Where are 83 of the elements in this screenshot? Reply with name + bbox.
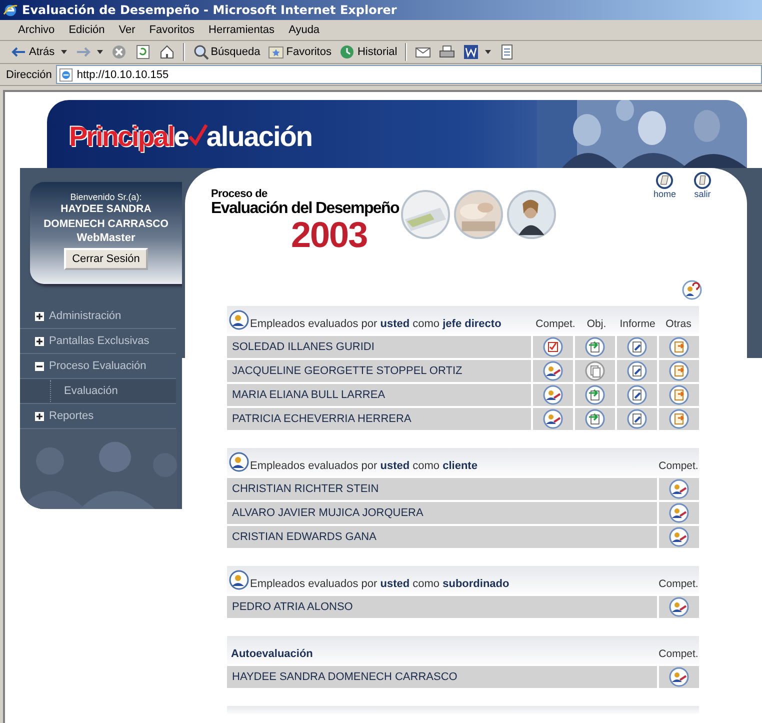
employee-name: PEDRO ATRIA ALONSO	[231, 601, 354, 613]
toolbar-button[interactable]: Historial	[336, 42, 400, 62]
document-w-icon	[463, 44, 480, 60]
document-pencil-icon[interactable]	[627, 385, 647, 405]
greeting-text: Bienvenido Sr.(a):	[70, 192, 142, 202]
logo-word-end: aluación	[206, 121, 312, 153]
toolbar-button[interactable]: Atrás	[8, 42, 70, 62]
section-title: Empleados evaluados por usted como jefe directo	[250, 318, 502, 330]
employee-name: JACQUELINE GEORGETTE STOPPEL ORTIZ	[231, 365, 464, 377]
person-pencil-icon[interactable]	[669, 597, 689, 617]
menu-item[interactable]: Herramientas	[202, 24, 281, 36]
history-icon	[339, 44, 356, 60]
person-pencil-icon[interactable]	[669, 479, 689, 499]
menu-item[interactable]: Ver	[112, 24, 142, 36]
section-title: Empleados evaluados por usted como cliente	[250, 460, 478, 472]
person-pencil-icon[interactable]	[543, 361, 563, 381]
home-icon	[158, 44, 175, 60]
stop-icon	[110, 44, 127, 60]
employee-name: HAYDEE SANDRA DOMENECH CARRASCO	[231, 671, 458, 683]
window-title: Evaluación de Desempeño - Microsoft Internet Explorer	[22, 3, 397, 17]
document-pencil-icon[interactable]	[627, 361, 647, 381]
header-link[interactable]: salir	[694, 172, 711, 199]
nav-item[interactable]: Pantallas Exclusivas	[20, 329, 176, 354]
search-icon	[192, 44, 209, 60]
expander-icon[interactable]	[35, 312, 44, 320]
menu-item[interactable]: Edición	[62, 24, 111, 36]
person-pencil-icon[interactable]	[669, 527, 689, 547]
menu-item[interactable]: Favoritos	[143, 24, 201, 36]
header-link[interactable]: home	[653, 172, 676, 199]
person-pencil-icon[interactable]	[669, 667, 689, 687]
help-icon[interactable]	[682, 280, 702, 300]
employee-name: ALVARO JAVIER MUJICA JORQUERA	[231, 507, 424, 519]
person-icon	[229, 310, 249, 330]
address-field[interactable]: http://10.10.10.155	[56, 65, 762, 84]
employee-name: CHRISTIAN RICHTER STEIN	[231, 483, 380, 495]
column-header: Obj.	[586, 318, 608, 330]
menu-item[interactable]: Ayuda	[282, 24, 326, 36]
person-pencil-icon[interactable]	[543, 409, 563, 429]
toolbar-button[interactable]: Búsqueda	[190, 42, 264, 62]
employee-name: PATRICIA ECHEVERRIA HERRERA	[231, 413, 412, 425]
logo-brand: Principal	[69, 121, 174, 153]
caret-icon	[96, 50, 103, 54]
menu-item[interactable]: Archivo	[12, 24, 61, 36]
expander-icon[interactable]	[35, 362, 44, 370]
column-header: Otras	[664, 318, 692, 330]
expander-icon[interactable]	[35, 336, 44, 346]
document-icon	[585, 361, 605, 381]
employee-name: CRISTIAN EDWARDS GANA	[231, 531, 378, 543]
page-title: Evaluación del Desempeño	[211, 200, 399, 218]
expander-icon[interactable]	[35, 412, 44, 420]
column-header: Compet.	[658, 578, 699, 590]
user-role: WebMaster	[76, 232, 136, 244]
refresh-icon	[134, 44, 151, 60]
toolbar-button[interactable]: Favoritos	[265, 42, 334, 62]
printer-icon	[439, 44, 456, 60]
document-pencil-icon[interactable]	[627, 409, 647, 429]
document-icon	[499, 44, 516, 60]
document-pencil-icon[interactable]	[627, 337, 647, 357]
column-header: Informe	[618, 318, 656, 330]
person-pencil-icon[interactable]	[669, 503, 689, 523]
employee-name: SOLEDAD ILLANES GURIDI	[231, 341, 376, 353]
column-header: Compet.	[658, 460, 699, 472]
person-pencil-icon[interactable]	[543, 385, 563, 405]
logout-button[interactable]: Cerrar Sesión	[64, 248, 148, 270]
person-icon	[229, 452, 249, 472]
logo-word-start: e	[174, 121, 188, 153]
page-icon	[58, 68, 73, 82]
caret-icon	[485, 50, 492, 54]
checkbox-check-icon[interactable]	[543, 337, 563, 357]
column-header: Compet.	[658, 648, 699, 660]
year-text: 2003	[291, 218, 368, 252]
person-icon	[229, 570, 249, 590]
browser-logo-icon	[3, 2, 18, 18]
nav-subitem[interactable]: Evaluación	[20, 379, 176, 404]
section-title: Empleados evaluados por usted como subordinado	[250, 578, 510, 590]
section-title: Autoevaluación	[230, 648, 313, 660]
page-subtitle: Proceso de	[211, 188, 268, 200]
address-label: Dirección	[6, 68, 52, 80]
user-name: HAYDEE SANDRA DOMENECH CARRASCO	[42, 202, 170, 232]
employee-name: MARIA ELIANA BULL LARREA	[231, 389, 386, 401]
column-header: Compet.	[535, 318, 576, 330]
nav-item[interactable]: Administración	[20, 304, 176, 329]
caret-icon	[60, 50, 67, 54]
